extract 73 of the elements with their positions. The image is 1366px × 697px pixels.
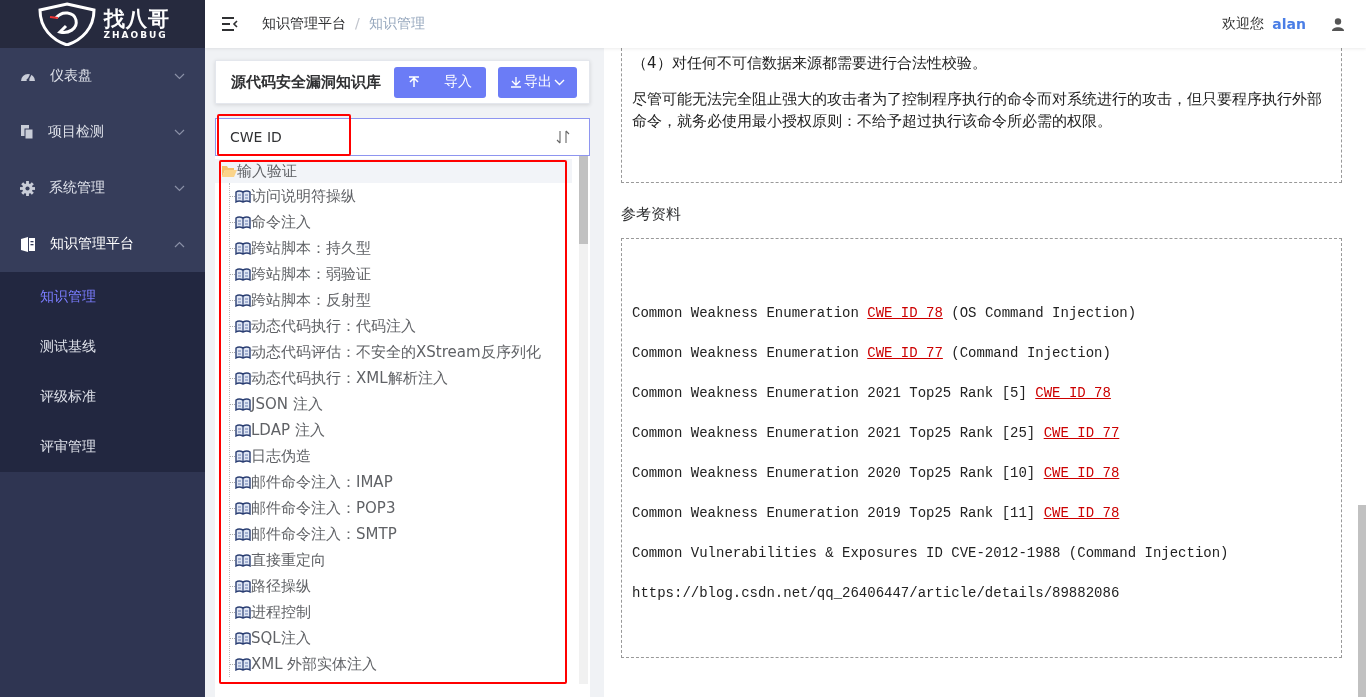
reference-text: Common Weakness Enumeration 2019 Top25 Rank [11] (632, 505, 1036, 521)
tree-item-label[interactable]: SQL注入 (251, 628, 311, 648)
reference-link[interactable]: CWE ID 78 (867, 305, 943, 321)
tree-item-label[interactable]: 动态代码执行：代码注入 (251, 316, 416, 336)
reference-text: (Command Injection) (951, 345, 1111, 361)
reference-text: https://blog.csdn.net/qq_26406447/article/details/89882086 (632, 585, 1120, 601)
user-icon[interactable] (1332, 17, 1344, 31)
breadcrumb-item: 知识管理 (368, 15, 425, 33)
chevron-icon (174, 72, 185, 80)
paragraph: 尽管可能无法完全阻止强大的攻击者为了控制程序执行的命令而对系统进行的攻击，但只要程序执行外部命令，就务必使用最小授权原则：不给予超过执行该命令所必需的权限。 (632, 89, 1323, 132)
paragraph: （4）对任何不可信数据来源都需要进行合法性校验。 (632, 53, 988, 74)
tree-item-label[interactable]: 路径操纵 (251, 576, 311, 596)
tree-item-label[interactable]: 动态代码评估：不安全的XStream反序列化 (251, 342, 541, 362)
menu-icon[interactable] (221, 17, 238, 31)
reference-link[interactable]: CWE ID 78 (1035, 385, 1111, 401)
reference-link[interactable]: CWE ID 78 (1043, 465, 1120, 481)
tree-item-label[interactable]: 邮件命令注入：IMAP (251, 472, 393, 492)
tree-item-label[interactable]: 进程控制 (251, 602, 311, 622)
reference-text: Common Weakness Enumeration (632, 305, 859, 321)
search-field[interactable]: CWE ID (215, 118, 590, 156)
sidebar-menu-item[interactable]: 仪表盘 (0, 48, 205, 104)
tree-item-label[interactable]: XML 外部实体注入 (251, 654, 378, 674)
tree-item-label[interactable]: 动态代码执行：XML解析注入 (251, 368, 448, 388)
reference-link[interactable]: CWE ID 77 (1043, 425, 1120, 441)
tree-item-label[interactable]: 跨站脚本：持久型 (251, 238, 371, 258)
caret-icon (554, 78, 565, 86)
tree-item-label[interactable]: 邮件命令注入：SMTP (251, 524, 397, 544)
upload-icon (408, 76, 420, 88)
tree-item-label[interactable]: 邮件命令注入：POP3 (251, 498, 396, 518)
sort-icon[interactable] (556, 130, 570, 144)
export-button[interactable]: 导出 (498, 66, 577, 98)
reference-text: Common Vulnerabilities & Exposures ID CVE-2012-1988 (Command Injection) (632, 545, 1229, 561)
sidebar-menu-item[interactable]: 项目检测 (0, 104, 205, 160)
reference-text: (OS Command Injection) (951, 305, 1137, 321)
documents-icon (20, 124, 34, 140)
tree-item-label[interactable]: 命令注入 (251, 212, 311, 232)
tree-item-label[interactable]: JSON 注入 (251, 394, 323, 414)
tree-item-label[interactable]: 跨站脚本：弱验证 (251, 264, 371, 284)
breadcrumb-separator: / (355, 15, 360, 33)
tree-folder[interactable]: 输入验证 (215, 159, 572, 183)
tree-item-label[interactable]: 访问说明符操纵 (251, 186, 356, 206)
reference-text: Common Weakness Enumeration (632, 345, 859, 361)
submenu-item[interactable]: 测试基线 (0, 322, 205, 372)
reference-link[interactable]: CWE ID 77 (867, 345, 943, 361)
section-heading: 参考资料 (621, 205, 682, 224)
scrollbar[interactable] (1358, 505, 1366, 697)
username-link[interactable]: alan (1272, 16, 1306, 32)
logo-name: 找八哥 (103, 8, 170, 30)
reference-text: Common Weakness Enumeration 2021 Top25 Rank [5] (632, 385, 1027, 401)
folder-icon (221, 164, 237, 178)
chevron-icon (174, 184, 185, 192)
library-title: 源代码安全漏洞知识库 (231, 72, 382, 92)
tree-item-label[interactable]: 日志伪造 (251, 446, 311, 466)
submenu-item[interactable]: 评级标准 (0, 372, 205, 422)
submenu-item[interactable]: 评审管理 (0, 422, 205, 472)
breadcrumb-item[interactable]: 知识管理平台 (262, 15, 346, 33)
logo-subtitle: ZHAOBUG (103, 30, 169, 40)
import-button[interactable]: 导入 (394, 66, 486, 98)
tree-item-label[interactable]: 直接重定向 (251, 550, 326, 570)
gear-icon (20, 180, 35, 196)
sidebar-menu-item[interactable]: 知识管理平台 (0, 216, 205, 272)
tree-item-label[interactable]: LDAP 注入 (251, 420, 325, 440)
scrollbar[interactable] (579, 156, 588, 684)
submenu-item[interactable]: 知识管理 (0, 272, 205, 322)
reference-text: Common Weakness Enumeration 2021 Top25 Rank [25] (632, 425, 1036, 441)
chevron-icon (174, 240, 185, 248)
download-icon (510, 76, 522, 88)
chevron-icon (174, 128, 185, 136)
reference-link[interactable]: CWE ID 78 (1043, 505, 1120, 521)
tree-item-label[interactable]: 跨站脚本：反射型 (251, 290, 371, 310)
greeting-text: 欢迎您 (1222, 15, 1265, 33)
reference-text: Common Weakness Enumeration 2020 Top25 Rank [10] (632, 465, 1036, 481)
sidebar-menu-item[interactable]: 系统管理 (0, 160, 205, 216)
